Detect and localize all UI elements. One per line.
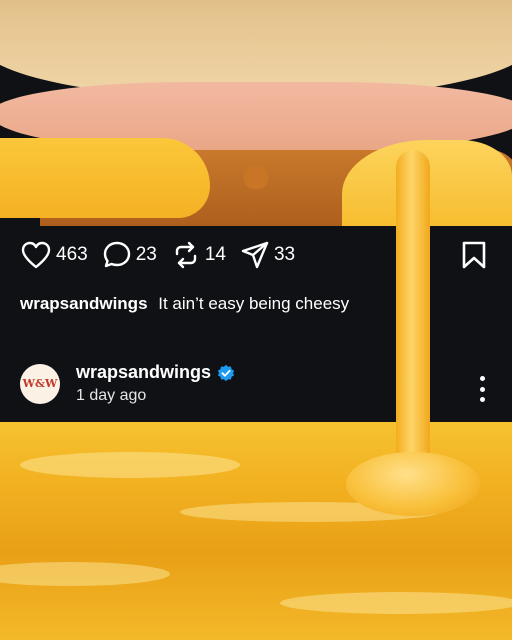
repost-button[interactable]: 14 (171, 240, 226, 270)
share-count: 33 (273, 244, 296, 265)
comment-count: 23 (135, 244, 157, 265)
more-options-icon[interactable] (476, 376, 488, 402)
caption-text: It ain’t easy being cheesy (158, 294, 350, 313)
more-dot (479, 376, 485, 381)
like-button[interactable]: 463 (20, 240, 88, 270)
more-dot (479, 386, 485, 392)
more-dot (479, 397, 485, 402)
author-row: W&W wrapsandwings 1 day ago (20, 362, 235, 405)
repost-icon (175, 241, 197, 269)
cheese-stream (396, 150, 430, 480)
bookmark-icon (462, 241, 486, 269)
cheese-puddle (346, 452, 480, 516)
author-meta: wrapsandwings 1 day ago (76, 362, 235, 405)
cheese-sheen (20, 452, 240, 478)
comment-icon (103, 241, 130, 268)
share-button[interactable]: 33 (240, 240, 295, 270)
action-bar: 463 23 14 33 (20, 240, 309, 270)
post-timestamp: 1 day ago (76, 387, 147, 404)
author-name-row: wrapsandwings (76, 362, 235, 383)
cheese-sheen (0, 562, 170, 586)
verified-badge-icon (217, 364, 235, 381)
avatar[interactable]: W&W (20, 363, 60, 404)
send-icon (241, 241, 269, 269)
caption-username[interactable]: wrapsandwings (20, 294, 148, 313)
like-count: 463 (56, 244, 88, 265)
repost-count: 14 (204, 244, 226, 265)
save-button[interactable] (460, 240, 488, 275)
cheese-sheen (280, 592, 512, 614)
comment-button[interactable]: 23 (102, 240, 157, 270)
cheese-slice (0, 138, 210, 218)
post-card: 463 23 14 33 wrapsandwings It ain’t easy… (0, 226, 512, 422)
post-caption: wrapsandwings It ain’t easy being cheesy (20, 294, 349, 314)
top-photo (0, 0, 512, 226)
heart-icon (21, 241, 51, 269)
author-name[interactable]: wrapsandwings (76, 362, 211, 383)
